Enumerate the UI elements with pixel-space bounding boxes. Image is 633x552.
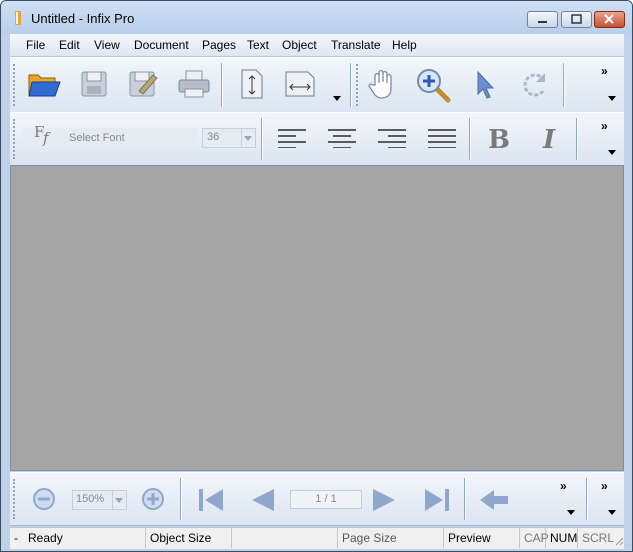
align-justify-icon[interactable] xyxy=(428,128,456,148)
status-ready-text: Ready xyxy=(28,531,63,545)
svg-text:f: f xyxy=(42,129,51,147)
first-page-icon[interactable] xyxy=(197,487,225,513)
font-size-selector[interactable]: 36 xyxy=(202,128,256,148)
infix-app-icon xyxy=(15,11,21,25)
status-num: NUM xyxy=(546,528,578,548)
font-name-placeholder: Select Font xyxy=(69,132,125,144)
toolbar-grip[interactable] xyxy=(13,64,18,106)
zoom-in-circle-icon[interactable] xyxy=(141,487,165,511)
menu-pages[interactable]: Pages xyxy=(202,38,236,52)
italic-icon[interactable]: I xyxy=(541,123,561,153)
page-number: 1 / 1 xyxy=(315,493,337,505)
align-center-icon[interactable] xyxy=(328,128,356,148)
toolbar-grip[interactable] xyxy=(356,64,361,106)
last-page-icon[interactable] xyxy=(423,487,451,513)
status-ready: - Ready xyxy=(10,528,146,548)
toolbar-separator xyxy=(221,63,223,107)
close-icon xyxy=(604,14,614,24)
bold-icon[interactable]: B xyxy=(487,123,511,153)
toolbar-separator xyxy=(350,63,352,107)
toolbar-separator xyxy=(180,478,182,520)
status-scrl: SCRL xyxy=(582,531,615,545)
close-button[interactable] xyxy=(594,11,625,28)
status-blank xyxy=(232,528,338,548)
resize-grip-icon[interactable] xyxy=(614,536,624,548)
status-dash: - xyxy=(14,531,18,545)
toolbar-separator xyxy=(576,118,578,160)
font-size-dropdown-button[interactable] xyxy=(241,129,255,147)
hand-tool-icon[interactable] xyxy=(367,67,401,101)
toolbar-separator xyxy=(261,118,263,160)
open-folder-icon[interactable] xyxy=(27,69,61,99)
fit-height-icon[interactable] xyxy=(237,68,267,100)
toolbar-overflow-chevron[interactable]: » xyxy=(601,119,607,133)
status-bar: - Ready Object Size Page Size Preview CA… xyxy=(10,527,624,549)
toolbar-separator xyxy=(469,118,471,160)
svg-text:I: I xyxy=(542,125,556,153)
fit-width-icon[interactable] xyxy=(283,70,321,100)
menu-view[interactable]: View xyxy=(94,38,120,52)
menu-translate[interactable]: Translate xyxy=(331,38,381,52)
menu-object[interactable]: Object xyxy=(282,38,317,52)
menu-edit[interactable]: Edit xyxy=(59,38,80,52)
zoom-out-icon[interactable] xyxy=(32,487,56,511)
minimize-icon xyxy=(538,21,547,23)
fit-dropdown-arrow-icon[interactable] xyxy=(333,96,341,101)
font-size-value: 36 xyxy=(207,131,220,143)
minimize-button[interactable] xyxy=(527,11,558,28)
rotate-icon[interactable] xyxy=(519,69,553,101)
go-back-icon[interactable] xyxy=(478,487,510,513)
menu-text[interactable]: Text xyxy=(247,38,269,52)
svg-text:B: B xyxy=(488,125,510,153)
navigation-toolbar: 150% 1 / 1 » » xyxy=(10,472,624,526)
zoom-selector[interactable]: 150% xyxy=(72,490,127,510)
toolbar-separator xyxy=(563,63,565,107)
align-right-icon[interactable] xyxy=(378,128,406,148)
save-icon[interactable] xyxy=(79,69,109,99)
status-cap: CAP xyxy=(520,528,549,548)
font-icon: F f xyxy=(34,123,51,147)
menu-bar: File Edit View Document Pages Text Objec… xyxy=(10,34,624,57)
page-indicator[interactable]: 1 / 1 xyxy=(290,490,362,509)
app-window: Untitled - Infix Pro File Edit View Docu… xyxy=(0,0,633,552)
previous-page-icon[interactable] xyxy=(248,487,276,513)
status-preview: Preview xyxy=(444,528,520,548)
zoom-dropdown-button[interactable] xyxy=(112,491,126,509)
align-left-icon[interactable] xyxy=(278,128,306,148)
menu-document[interactable]: Document xyxy=(134,38,189,52)
menu-file[interactable]: File xyxy=(26,38,45,52)
zoom-value: 150% xyxy=(76,493,105,505)
document-canvas[interactable] xyxy=(10,165,624,471)
main-toolbar: » xyxy=(10,57,624,113)
toolbar-options-arrow-icon[interactable] xyxy=(608,96,616,101)
status-object-size: Object Size xyxy=(146,528,232,548)
toolbar-grip[interactable] xyxy=(13,479,18,519)
font-selector[interactable]: F f Select Font xyxy=(23,123,197,148)
toolbar-overflow-chevron-2[interactable]: » xyxy=(601,479,607,493)
chevron-down-icon xyxy=(244,136,252,141)
save-as-icon[interactable] xyxy=(127,69,159,99)
toolbar-overflow-chevron[interactable]: » xyxy=(560,479,566,493)
toolbar-options-arrow-icon[interactable] xyxy=(608,150,616,155)
toolbar-options-arrow-icon-2[interactable] xyxy=(608,510,616,515)
chevron-down-icon xyxy=(115,498,123,503)
maximize-button[interactable] xyxy=(561,11,592,28)
toolbar-separator xyxy=(586,478,588,520)
window-title: Untitled - Infix Pro xyxy=(31,11,135,26)
zoom-in-icon[interactable] xyxy=(415,67,451,103)
toolbar-options-arrow-icon[interactable] xyxy=(567,510,575,515)
title-bar[interactable]: Untitled - Infix Pro xyxy=(1,1,632,35)
toolbar-grip[interactable] xyxy=(13,119,18,159)
menu-help[interactable]: Help xyxy=(392,38,417,52)
status-page-size: Page Size xyxy=(338,528,444,548)
toolbar-separator xyxy=(464,478,466,520)
next-page-icon[interactable] xyxy=(371,487,399,513)
text-format-toolbar: F f Select Font 36 B I » xyxy=(10,112,624,166)
toolbar-overflow-chevron[interactable]: » xyxy=(601,64,607,78)
select-arrow-icon[interactable] xyxy=(474,70,498,100)
maximize-icon xyxy=(571,14,582,24)
print-icon[interactable] xyxy=(177,69,211,99)
